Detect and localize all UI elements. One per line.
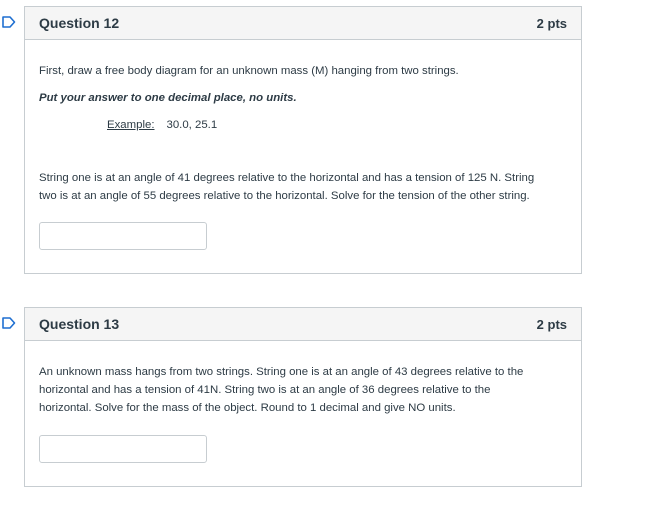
question-intro: First, draw a free body diagram for an u… — [39, 65, 459, 77]
question-header: Question 13 2 pts — [25, 308, 581, 341]
question-text-line: horizontal and has a tension of 41N. Str… — [39, 384, 491, 396]
question-card-13: Question 13 2 pts An unknown mass hangs … — [24, 307, 582, 487]
question-header: Question 12 2 pts — [25, 7, 581, 40]
question-text-line: two is at an angle of 55 degrees relativ… — [39, 190, 530, 202]
question-text-line: String one is at an angle of 41 degrees … — [39, 172, 535, 184]
question-body: First, draw a free body diagram for an u… — [25, 62, 581, 250]
bookmark-flag-icon[interactable] — [2, 317, 16, 329]
example-line: Example: 30.0, 25.1 — [39, 116, 567, 134]
answer-input[interactable] — [39, 435, 207, 463]
question-title: Question 12 — [39, 15, 120, 31]
question-title: Question 13 — [39, 316, 120, 332]
question-card-12: Question 12 2 pts First, draw a free bod… — [24, 6, 582, 274]
question-text-line: horizontal. Solve for the mass of the ob… — [39, 402, 456, 414]
example-label: Example: — [107, 119, 155, 131]
example-value: 30.0, 25.1 — [166, 119, 218, 131]
question-body: An unknown mass hangs from two strings. … — [25, 363, 581, 463]
question-instruction: Put your answer to one decimal place, no… — [39, 92, 297, 104]
quiz-page: Question 12 2 pts First, draw a free bod… — [0, 0, 648, 511]
bookmark-flag-icon[interactable] — [2, 16, 16, 28]
question-points: 2 pts — [536, 316, 567, 332]
question-text-line: An unknown mass hangs from two strings. … — [39, 366, 524, 378]
question-points: 2 pts — [536, 15, 567, 31]
answer-input[interactable] — [39, 222, 207, 250]
